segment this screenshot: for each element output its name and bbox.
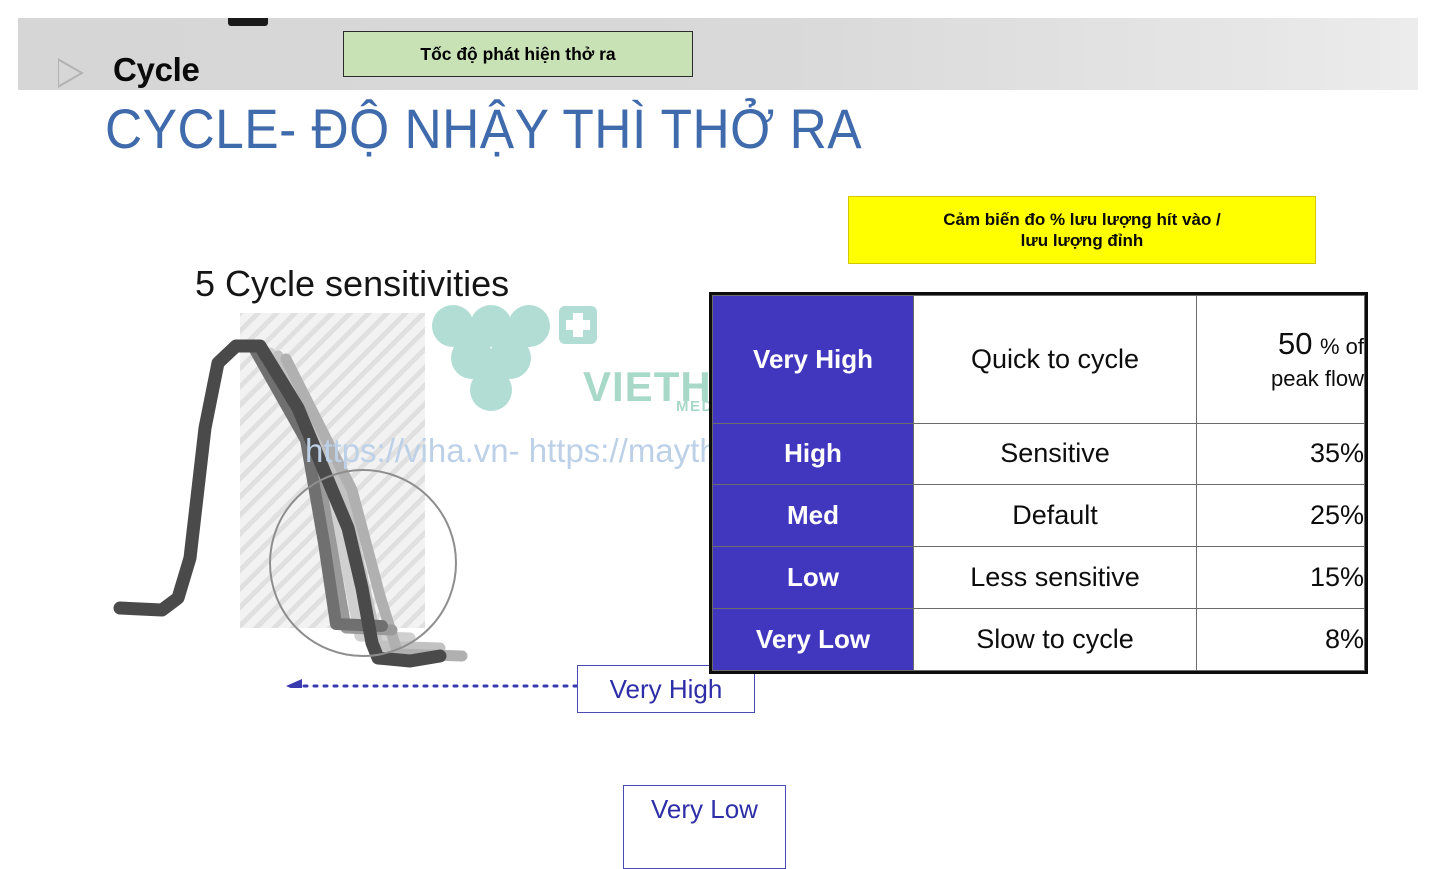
percent-second-line: peak flow — [1271, 365, 1364, 391]
callout-very-low-label: Very Low — [651, 794, 758, 824]
flow-waveform-curves — [113, 339, 468, 668]
callout-very-low: Very Low — [623, 785, 786, 869]
table-cell-description: Slow to cycle — [913, 608, 1197, 671]
percent-value: 50 — [1277, 325, 1313, 361]
table-row: Med Default 25% — [712, 484, 1365, 548]
table-cell-percent: 25% — [1196, 484, 1365, 548]
table-cell-description: Default — [913, 484, 1197, 548]
percent-suffix: % of — [1319, 333, 1364, 359]
callout-very-high-label: Very High — [609, 674, 723, 704]
table-row: Very Low Slow to cycle 8% — [712, 608, 1365, 671]
green-note-text: Tốc độ phát hiện thở ra — [420, 43, 616, 64]
yellow-note-box: Cảm biến đo % lưu lượng hít vào / lưu lư… — [848, 196, 1316, 264]
section-label: Cycle — [113, 51, 200, 88]
table-cell-level: Med — [712, 484, 914, 548]
page-title: CYCLE- ĐỘ NHẬY THÌ THỞ RA — [105, 97, 863, 160]
table-row: Low Less sensitive 15% — [712, 546, 1365, 610]
header-clipped-mark — [228, 18, 268, 28]
header-bar: Cycle — [18, 18, 1418, 90]
table-row: Very High Quick to cycle 50 % of peak fl… — [712, 295, 1365, 424]
cycle-sensitivity-graphic: 5 Cycle sensitivities Very High Very Low — [110, 258, 786, 869]
green-note-box: Tốc độ phát hiện thở ra — [343, 31, 693, 77]
table-cell-level: Low — [712, 546, 914, 610]
sensitivity-table: Very High Quick to cycle 50 % of peak fl… — [709, 292, 1368, 674]
table-cell-percent: 35% — [1196, 422, 1365, 486]
table-cell-level: Very Low — [712, 608, 914, 671]
table-cell-description: Less sensitive — [913, 546, 1197, 610]
table-cell-percent: 15% — [1196, 546, 1365, 610]
table-cell-percent: 50 % of peak flow — [1196, 295, 1365, 424]
triangle-right-icon — [58, 58, 84, 88]
table-cell-description: Sensitive — [913, 422, 1197, 486]
table-cell-description: Quick to cycle — [913, 295, 1197, 424]
table-cell-level: Very High — [712, 295, 914, 424]
table-row: High Sensitive 35% — [712, 422, 1365, 486]
yellow-note-line-2: lưu lượng đỉnh — [1020, 231, 1144, 250]
table-cell-percent: 8% — [1196, 608, 1365, 671]
table-cell-level: High — [712, 422, 914, 486]
yellow-note-line-1: Cảm biến đo % lưu lượng hít vào / — [943, 209, 1221, 229]
